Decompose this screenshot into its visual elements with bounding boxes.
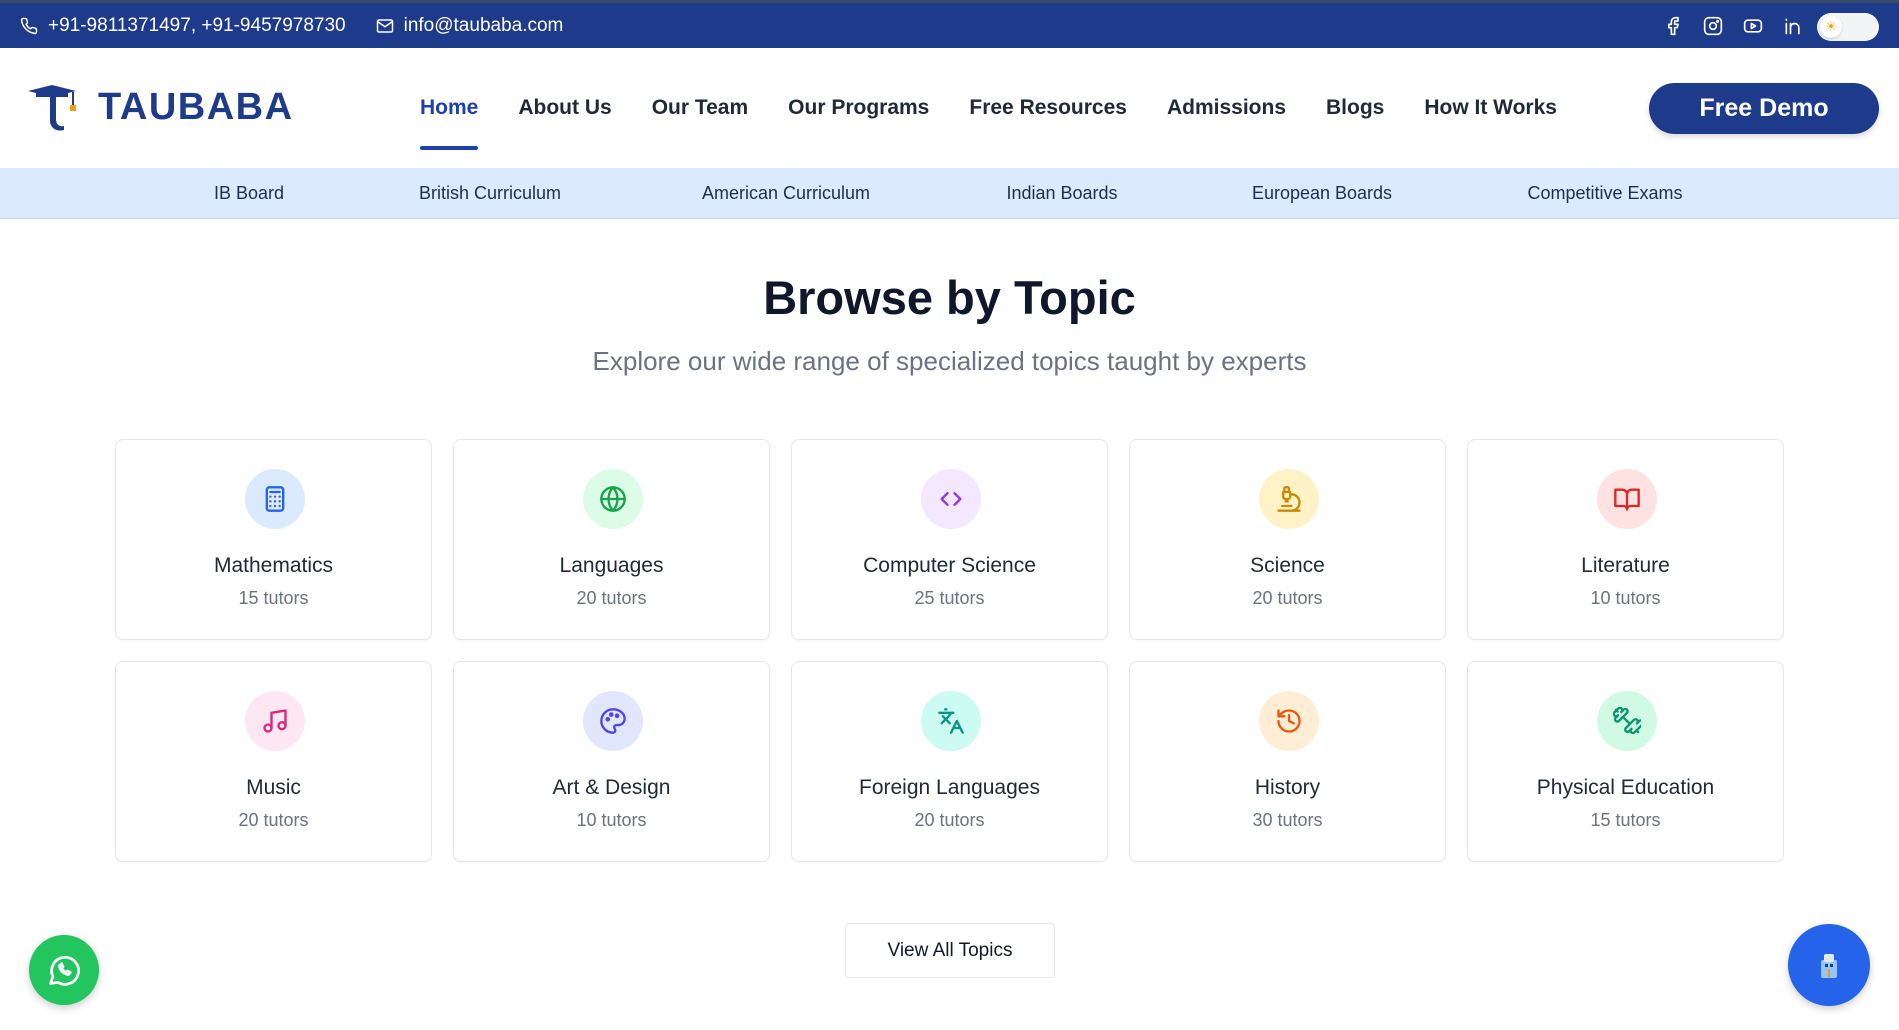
linkedin-icon[interactable] [1782,15,1804,37]
whatsapp-icon [49,955,80,986]
topic-card-languages[interactable]: Languages 20 tutors [453,439,770,640]
section-subtitle: Explore our wide range of specialized to… [592,346,1307,376]
nav-how-it-works[interactable]: How It Works [1424,96,1557,120]
topic-card-literature[interactable]: Literature 10 tutors [1467,439,1784,640]
topic-name: Science [1250,554,1325,577]
instagram-icon[interactable] [1702,15,1724,37]
topic-name: Literature [1581,554,1670,577]
facebook-icon[interactable] [1662,15,1684,37]
topic-card-foreign-languages[interactable]: Foreign Languages 20 tutors [791,661,1108,862]
topic-card-art-design[interactable]: Art & Design 10 tutors [453,661,770,862]
topic-tutor-count: 10 tutors [576,810,647,830]
curriculum-british[interactable]: British Curriculum [419,183,561,204]
topic-name: History [1254,776,1321,799]
topic-tutor-count: 15 tutors [1590,810,1661,830]
book-open-icon [1597,469,1657,529]
topic-tutor-count: 20 tutors [576,588,647,608]
sun-icon: ☀ [1820,16,1842,38]
topic-card-physical-education[interactable]: Physical Education 15 tutors [1467,661,1784,862]
whatsapp-button[interactable] [29,935,99,1005]
chatbot-icon [1821,954,1837,978]
topic-card-history[interactable]: History 30 tutors [1129,661,1446,862]
topic-name: Physical Education [1536,776,1715,799]
phone-contact[interactable]: +91-9811371497, +91-9457978730 [20,15,346,37]
globe-icon [583,469,643,529]
nav-blogs[interactable]: Blogs [1326,96,1384,120]
mail-icon [376,18,393,33]
translate-icon [921,691,981,751]
topic-tutor-count: 20 tutors [914,810,985,830]
curriculum-european-boards[interactable]: European Boards [1252,183,1392,204]
phone-icon [20,17,38,34]
topic-card-mathematics[interactable]: Mathematics 15 tutors [115,439,432,640]
curriculum-indian-boards[interactable]: Indian Boards [1006,183,1117,204]
topic-tutor-count: 25 tutors [914,588,985,608]
email-contact[interactable]: info@taubaba.com [376,14,564,37]
topic-card-music[interactable]: Music 20 tutors [115,661,432,862]
site-logo[interactable]: TAUBABA [26,81,294,133]
main-header: TAUBABA Home About Us Our Team Our Progr… [0,48,1899,168]
topic-tutor-count: 15 tutors [238,588,309,608]
topic-name: Languages [559,554,664,577]
nav-home[interactable]: Home [420,96,479,150]
theme-toggle[interactable]: ☀ [1817,13,1879,41]
view-all-topics-button[interactable]: View All Topics [845,923,1055,978]
topic-card-science[interactable]: Science 20 tutors [1129,439,1446,640]
chatbot-button[interactable] [1788,924,1870,1006]
code-icon [921,469,981,529]
social-links [1662,15,1804,37]
palette-icon [583,691,643,751]
youtube-icon[interactable] [1742,15,1764,37]
topic-tutor-count: 20 tutors [1252,588,1323,608]
curriculum-bar: IB Board British Curriculum American Cur… [0,168,1899,219]
top-contact-bar: +91-9811371497, +91-9457978730 info@taub… [0,0,1899,48]
topic-name: Mathematics [213,554,334,577]
section-title: Browse by Topic [763,271,1136,324]
topic-name: Foreign Languages [859,776,1040,799]
curriculum-american[interactable]: American Curriculum [702,183,870,204]
topic-name: Music [246,776,301,799]
brand-name: TAUBABA [98,85,294,128]
topic-name: Computer Science [863,554,1036,577]
dumbbell-icon [1597,691,1657,751]
nav-admissions[interactable]: Admissions [1167,96,1286,120]
free-demo-button[interactable]: Free Demo [1649,83,1879,134]
nav-about-us[interactable]: About Us [518,96,611,120]
graduation-cap-icon [28,85,76,131]
email-address: info@taubaba.com [403,14,564,36]
phone-numbers: +91-9811371497, +91-9457978730 [48,14,346,36]
topic-tutor-count: 20 tutors [238,810,309,830]
topic-tutor-count: 10 tutors [1590,588,1661,608]
music-note-icon [245,691,305,751]
nav-free-resources[interactable]: Free Resources [969,96,1127,120]
topic-card-computer-science[interactable]: Computer Science 25 tutors [791,439,1108,640]
main-nav: Home About Us Our Team Our Programs Free… [420,96,1597,150]
history-icon [1259,691,1319,751]
nav-our-team[interactable]: Our Team [652,96,748,120]
topic-tutor-count: 30 tutors [1252,810,1323,830]
topic-name: Art & Design [552,776,671,799]
curriculum-ib-board[interactable]: IB Board [214,183,284,204]
calculator-icon [245,469,305,529]
microscope-icon [1259,469,1319,529]
nav-our-programs[interactable]: Our Programs [788,96,929,120]
curriculum-competitive-exams[interactable]: Competitive Exams [1527,183,1682,204]
